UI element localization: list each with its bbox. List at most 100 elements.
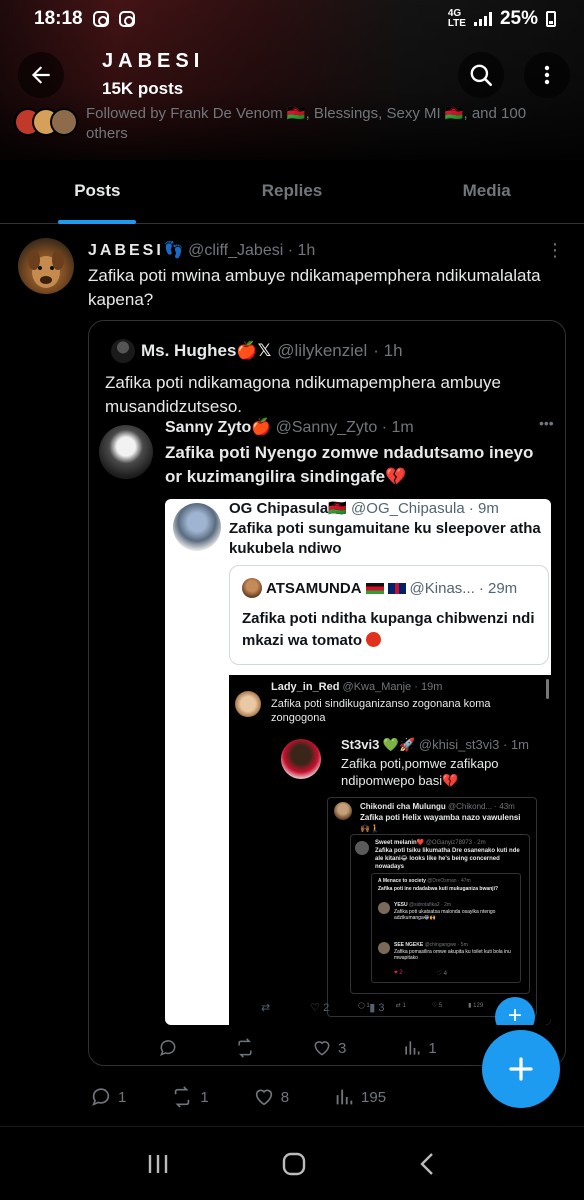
nested-text: Zafika poti Nyengo zomwe ndadutsamo iney… bbox=[165, 443, 534, 486]
nested-text: Zafika pomasilira omwe akupita ku toilet… bbox=[394, 949, 511, 961]
analytics-icon: ▮ 129 bbox=[468, 1003, 484, 1009]
like-count: 3 bbox=[338, 1039, 347, 1057]
reply-button[interactable]: 1 bbox=[90, 1086, 126, 1108]
tab-posts[interactable]: Posts bbox=[0, 166, 195, 223]
heart-icon: ♥ 2 bbox=[394, 970, 403, 976]
quote-action-bar: 3 1 bbox=[158, 1038, 437, 1058]
quote-handle: @lilykenziel bbox=[277, 341, 368, 360]
system-nav-bar bbox=[0, 1126, 584, 1200]
nested-header: ATSAMUNDA @Kinas... · 29m bbox=[242, 578, 517, 598]
reply-icon bbox=[92, 1088, 110, 1106]
repost-count: 1 bbox=[200, 1088, 209, 1106]
nested-header: St3vi3 💚🚀 @khisi_st3vi3 · 1m bbox=[341, 737, 529, 752]
embedded-screenshot-dark: Lady_in_Red @Kwa_Manje · 19m Zafika poti… bbox=[229, 675, 551, 1025]
like-button[interactable]: 8 bbox=[253, 1086, 289, 1108]
nested-text: Zafika poti nditha kupanga chibwenzi ndi… bbox=[242, 610, 535, 649]
nested-text: Zafika poti ine ndadabwa kuti mukuganiza… bbox=[378, 886, 499, 892]
avatar bbox=[173, 503, 221, 551]
post-text: Zafika poti mwina ambuye ndikamapemphera… bbox=[88, 266, 541, 309]
dog-avatar-image bbox=[28, 250, 64, 288]
analytics-icon: ▮ 3 bbox=[369, 1002, 385, 1014]
nested-actions: ⇄ ♡ 2 ▮ 3 bbox=[261, 1001, 385, 1014]
avatar bbox=[378, 942, 390, 954]
nested-text: Zafika poti,pomwe zafikapo ndipomwepo ba… bbox=[341, 756, 499, 788]
post-more-icon[interactable]: ⋮ bbox=[546, 240, 564, 261]
nested-quote: ATSAMUNDA @Kinas... · 29m Zafika poti nd… bbox=[229, 565, 549, 665]
avatar[interactable] bbox=[18, 238, 74, 294]
search-button[interactable] bbox=[458, 52, 504, 98]
nested-header: Lady_in_Red @Kwa_Manje · 19m bbox=[271, 681, 443, 693]
repost-button[interactable]: 1 bbox=[170, 1086, 209, 1108]
instagram-icon bbox=[118, 11, 135, 27]
embedded-screenshot[interactable]: Sanny Zyto🍎 @Sanny_Zyto · 1m ••• Zafika … bbox=[99, 415, 557, 1061]
back-button[interactable] bbox=[18, 52, 64, 98]
avatar bbox=[378, 902, 390, 914]
embedded-screenshot-light: OG Chipasula🇲🇼 @OG_Chipasula · 9m Zafika… bbox=[165, 499, 551, 1025]
repost-icon: ⇄ bbox=[261, 1002, 271, 1014]
more-vertical-icon bbox=[544, 65, 550, 85]
nested-quote: Chikondi cha Mulungu @Chikond... · 43m Z… bbox=[327, 797, 537, 1017]
nested-header: Chikondi cha Mulungu @Chikond... · 43m bbox=[360, 802, 515, 811]
network-icon: 4G LTE bbox=[447, 8, 466, 29]
repost-icon bbox=[175, 1086, 190, 1108]
views-button[interactable]: 195 bbox=[333, 1086, 386, 1108]
signal-icon bbox=[473, 12, 492, 26]
search-icon bbox=[470, 64, 493, 87]
heart-icon: ♡ 2 bbox=[310, 1002, 330, 1014]
nested-text: Zafika poti ukatsatsa malonda osayika nt… bbox=[394, 909, 496, 921]
recent-apps-icon[interactable] bbox=[144, 1152, 172, 1176]
avatar bbox=[334, 802, 352, 820]
nested-header: YESU @sidrotafika2 · 2m bbox=[394, 902, 452, 908]
post-header: JABESI👣 @cliff_Jabesi · 1h bbox=[88, 242, 316, 259]
quoted-post[interactable]: Ms. Hughes🍎𝕏 @lilykenziel · 1h Zafika po… bbox=[88, 320, 566, 1066]
profile-tabs: Posts Replies Media bbox=[0, 166, 584, 224]
plus-icon bbox=[509, 1057, 533, 1081]
nested-text: Zafika poti tsiku likumatha Dre osanenak… bbox=[375, 848, 520, 870]
like-button[interactable]: 3 bbox=[312, 1038, 346, 1058]
quote-author: Ms. Hughes🍎𝕏 bbox=[141, 341, 272, 360]
battery-icon bbox=[546, 11, 556, 27]
more-icon: ••• bbox=[539, 415, 554, 431]
uk-flag-icon bbox=[387, 582, 406, 594]
more-button[interactable] bbox=[524, 52, 570, 98]
tomato-icon bbox=[366, 632, 382, 647]
post-count: 15K posts bbox=[102, 79, 184, 98]
back-nav-icon[interactable] bbox=[416, 1150, 440, 1178]
tab-replies[interactable]: Replies bbox=[195, 166, 390, 223]
analytics-icon bbox=[336, 1089, 353, 1105]
battery-percent: 25% bbox=[499, 8, 538, 29]
avatar bbox=[50, 108, 78, 136]
avatar bbox=[99, 425, 153, 479]
heart-icon bbox=[255, 1089, 272, 1106]
compose-button[interactable] bbox=[482, 1030, 560, 1108]
avatar bbox=[355, 841, 369, 855]
profile-title: JABESI 15K posts bbox=[102, 50, 204, 99]
quote-header: Ms. Hughes🍎𝕏 @lilykenziel · 1h bbox=[111, 339, 403, 363]
views-button[interactable]: 1 bbox=[402, 1038, 437, 1058]
nested-header: A Menace to society @DreOsman · 47m bbox=[378, 878, 471, 884]
followed-by-text[interactable]: Followed by Frank De Venom 🇲🇼, Blessings… bbox=[86, 104, 566, 144]
status-bar: 18:18 4G LTE 25% bbox=[0, 0, 584, 38]
heart-icon: ♡ 5 bbox=[431, 1003, 443, 1009]
nested-actions: ♥ 2 ♡ 4 bbox=[394, 970, 447, 977]
avatar bbox=[281, 739, 321, 779]
arrow-left-icon bbox=[31, 66, 50, 84]
home-icon[interactable] bbox=[280, 1150, 308, 1178]
repost-button[interactable] bbox=[234, 1038, 256, 1058]
quote-text: Zafika poti ndikamagona ndikumapemphera … bbox=[105, 373, 501, 416]
nested-text: Zafika poti sindikuganizanso zogonana ko… bbox=[271, 698, 491, 724]
heart-icon: ♡ 4 bbox=[436, 971, 447, 977]
nested-quote: A Menace to society @DreOsman · 47m Zafi… bbox=[371, 873, 521, 983]
reply-button[interactable] bbox=[158, 1038, 178, 1058]
reply-icon bbox=[160, 1040, 176, 1057]
tab-media[interactable]: Media bbox=[389, 166, 584, 223]
nested-header: Sweet melanin❤️ @OGanyiz78973 · 2m bbox=[375, 840, 486, 846]
nested-text: Zafika poti Helix wayamba nazo vawulensi… bbox=[360, 813, 521, 833]
heart-icon bbox=[314, 1041, 330, 1056]
post-author[interactable]: JABESI bbox=[88, 242, 164, 259]
quote-time: · 1h bbox=[373, 341, 403, 360]
nested-quote: Sweet melanin❤️ @OGanyiz78973 · 2m Zafik… bbox=[350, 834, 530, 994]
post-time: · 1h bbox=[287, 242, 316, 259]
like-count: 8 bbox=[280, 1088, 290, 1106]
post-handle[interactable]: @cliff_Jabesi bbox=[188, 242, 283, 259]
